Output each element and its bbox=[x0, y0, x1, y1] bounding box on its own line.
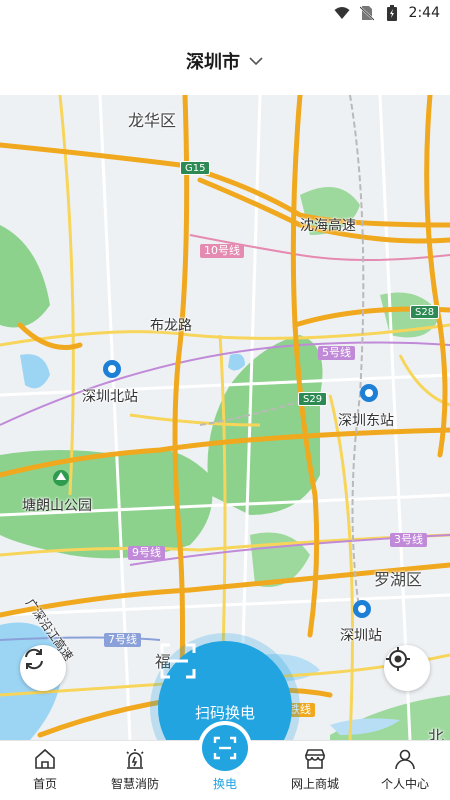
chevron-down-icon bbox=[248, 51, 264, 70]
wifi-icon bbox=[334, 5, 350, 21]
tab-label: 网上商城 bbox=[290, 777, 339, 791]
map-label-shenzhen-station: 深圳站 bbox=[340, 628, 382, 644]
road-shield-s29: S29 bbox=[298, 392, 328, 406]
tab-label: 智慧消防 bbox=[110, 777, 159, 791]
station-marker bbox=[360, 384, 378, 402]
station-marker bbox=[103, 360, 121, 378]
store-icon bbox=[301, 745, 329, 773]
home-icon bbox=[31, 745, 59, 773]
status-time: 2:44 bbox=[408, 5, 440, 21]
map-label-tanglang: 塘朗山公园 bbox=[22, 498, 92, 514]
alarm-icon bbox=[121, 745, 149, 773]
user-icon bbox=[391, 745, 419, 773]
metro-tag-line3: 3号线 bbox=[390, 533, 427, 547]
tab-battery-swap[interactable]: 换电 bbox=[180, 725, 270, 800]
metro-tag-line9: 9号线 bbox=[128, 546, 165, 560]
tab-home[interactable]: 首页 bbox=[0, 741, 90, 800]
city-selector[interactable]: 深圳市 bbox=[186, 48, 264, 74]
battery-icon bbox=[384, 5, 400, 21]
map-label-shenzhen-north: 深圳北站 bbox=[82, 389, 138, 405]
refresh-button[interactable] bbox=[20, 645, 66, 691]
station-marker bbox=[353, 600, 371, 618]
metro-tag-line7: 7号线 bbox=[104, 633, 141, 647]
tab-online-store[interactable]: 网上商城 bbox=[270, 741, 360, 800]
tab-label: 首页 bbox=[32, 777, 57, 791]
tab-fire-safety[interactable]: 智慧消防 bbox=[90, 741, 180, 800]
map-label-luohu: 罗湖区 bbox=[374, 570, 423, 589]
scan-tab-icon bbox=[202, 725, 248, 771]
metro-tag-line10: 10号线 bbox=[200, 244, 244, 258]
no-sim-icon bbox=[359, 5, 375, 21]
map-label-shenzhen-east: 深圳东站 bbox=[338, 413, 394, 429]
scan-swap-label: 扫码换电 bbox=[194, 704, 255, 722]
city-name: 深圳市 bbox=[186, 51, 240, 73]
tab-profile[interactable]: 个人中心 bbox=[360, 741, 450, 800]
tab-label: 换电 bbox=[212, 777, 237, 791]
bottom-tabbar: 首页 智慧消防 换电 网上商城 个人中心 bbox=[0, 725, 450, 800]
status-bar: 2:44 bbox=[0, 0, 450, 26]
header: 深圳市 bbox=[0, 26, 450, 95]
map-view[interactable]: 龙华区 G15 沈海高速 10号线 S28 布龙路 5号线 深圳北站 S29 深… bbox=[0, 95, 450, 740]
map-label-bei: 北 bbox=[428, 727, 445, 740]
locate-button[interactable] bbox=[384, 645, 430, 691]
road-shield-s28: S28 bbox=[410, 305, 440, 319]
map-label-shenhai: 沈海高速 bbox=[300, 218, 356, 234]
map-label-bulong: 布龙路 bbox=[150, 318, 192, 334]
map-label-longhua: 龙华区 bbox=[128, 111, 177, 130]
park-marker bbox=[53, 470, 69, 486]
metro-tag-line5: 5号线 bbox=[318, 346, 355, 360]
tab-label: 个人中心 bbox=[380, 777, 429, 791]
road-shield-g15: G15 bbox=[180, 161, 211, 175]
